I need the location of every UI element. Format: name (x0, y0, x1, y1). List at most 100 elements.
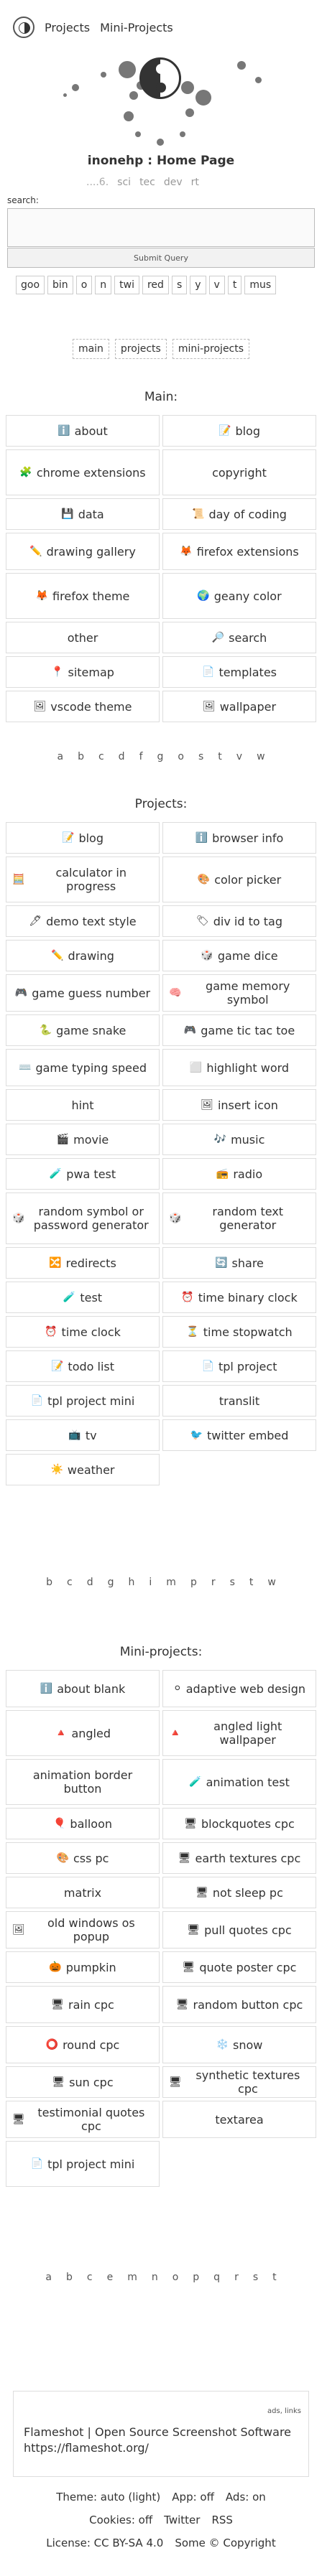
main-item-chrome-extensions[interactable]: 🧩 chrome extensions (6, 449, 160, 495)
mini-alpha-r[interactable]: r (234, 2272, 239, 2283)
projects-item-browser-info[interactable]: ℹ️ browser info (162, 822, 316, 854)
projects-alpha-i[interactable]: i (149, 1577, 152, 1588)
nav-mini-projects-link[interactable]: Mini-Projects (100, 21, 173, 34)
footer-item-cookies-off[interactable]: Cookies: off (89, 2514, 152, 2526)
projects-item-div-id-to-tag[interactable]: 🏷 div id to tag (162, 905, 316, 937)
projects-item-game-memory-symbol[interactable]: 🧠 game memory symbol (162, 974, 316, 1012)
mini-item-tpl-project-mini[interactable]: 📄 tpl project mini (6, 2141, 160, 2187)
main-alpha-t[interactable]: t (218, 751, 222, 762)
mini-item-snow[interactable]: ❄️ snow (162, 2026, 316, 2063)
projects-item-translit[interactable]: translit (162, 1385, 316, 1417)
tag-link-s[interactable]: s (171, 276, 188, 294)
mini-item-synthetic-textures-cpc[interactable]: 🖥 synthetic textures cpc (162, 2066, 316, 2098)
section-link-projects[interactable]: projects (114, 339, 167, 359)
projects-item-hint[interactable]: hint (6, 1089, 160, 1121)
main-item-day-of-coding[interactable]: 📜 day of coding (162, 498, 316, 530)
mini-alpha-t[interactable]: t (272, 2272, 277, 2283)
projects-item-tv[interactable]: 📺 tv (6, 1419, 160, 1451)
main-alpha-g[interactable]: g (157, 751, 164, 762)
projects-item-game-tic-tac-toe[interactable]: 🎮 game tic tac toe (162, 1014, 316, 1046)
tag-link-mus[interactable]: mus (244, 276, 277, 294)
main-alpha-w[interactable]: w (257, 751, 264, 762)
yin-yang-logo-icon[interactable] (13, 17, 34, 38)
projects-item-drawing[interactable]: ✏️ drawing (6, 940, 160, 971)
mini-item-animation-test[interactable]: 🧪 animation test (162, 1759, 316, 1805)
tag-link-o[interactable]: o (75, 276, 93, 294)
mini-item-matrix[interactable]: matrix (6, 1877, 160, 1908)
projects-alpha-p[interactable]: p (190, 1577, 197, 1588)
projects-alpha-g[interactable]: g (108, 1577, 114, 1588)
projects-item-random-symbol-or-password-generator[interactable]: 🎲 random symbol or password generator (6, 1193, 160, 1244)
main-alpha-a[interactable]: a (57, 751, 63, 762)
ad-link[interactable]: Flameshot | Open Source Screenshot Softw… (24, 2425, 291, 2455)
mini-item-rain-cpc[interactable]: 🖥 rain cpc (6, 1986, 160, 2023)
mini-alpha-a[interactable]: a (45, 2272, 52, 2283)
tag-link-n[interactable]: n (95, 276, 112, 294)
main-alpha-d[interactable]: d (119, 751, 125, 762)
footer-item-ads-on[interactable]: Ads: on (226, 2491, 266, 2503)
projects-item-demo-text-style[interactable]: 🖊 demo text style (6, 905, 160, 937)
mini-item-old-windows-os-popup[interactable]: 🖼 old windows os popup (6, 1911, 160, 1949)
tag-link-t[interactable]: t (227, 276, 242, 294)
projects-item-radio[interactable]: 📻 radio (162, 1158, 316, 1190)
footer-item-theme-auto-light[interactable]: Theme: auto (light) (56, 2491, 160, 2503)
nav-projects-link[interactable]: Projects (45, 21, 90, 34)
mini-item-about-blank[interactable]: ℹ️ about blank (6, 1670, 160, 1707)
main-item-about[interactable]: ℹ️ about (6, 415, 160, 447)
mini-alpha-m[interactable]: m (127, 2272, 137, 2283)
mini-alpha-s[interactable]: s (253, 2272, 258, 2283)
projects-item-game-guess-number[interactable]: 🎮 game guess number (6, 974, 160, 1012)
main-item-blog[interactable]: 📝 blog (162, 415, 316, 447)
main-alpha-c[interactable]: c (98, 751, 104, 762)
main-alpha-s[interactable]: s (198, 751, 203, 762)
projects-item-redirects[interactable]: 🔀 redirects (6, 1247, 160, 1279)
mini-item-pull-quotes-cpc[interactable]: 🖥 pull quotes cpc (162, 1911, 316, 1949)
projects-item-time-binary-clock[interactable]: ⏰ time binary clock (162, 1282, 316, 1313)
main-item-sitemap[interactable]: 📍 sitemap (6, 656, 160, 688)
mini-alpha-n[interactable]: n (152, 2272, 158, 2283)
mini-item-textarea[interactable]: textarea (162, 2101, 316, 2138)
subnav-rt-link[interactable]: rt (191, 177, 199, 188)
main-alpha-f[interactable]: f (139, 751, 143, 762)
projects-item-test[interactable]: 🧪 test (6, 1282, 160, 1313)
main-item-data[interactable]: 💾 data (6, 498, 160, 530)
projects-item-game-typing-speed[interactable]: ⌨️ game typing speed (6, 1049, 160, 1086)
mini-item-balloon[interactable]: 🎈 balloon (6, 1808, 160, 1839)
mini-item-blockquotes-cpc[interactable]: 🖥 blockquotes cpc (162, 1808, 316, 1839)
footer-item-rss[interactable]: RSS (211, 2514, 232, 2526)
tag-link-y[interactable]: y (190, 276, 206, 294)
mini-item-animation-border-button[interactable]: animation border button (6, 1759, 160, 1805)
mini-item-sun-cpc[interactable]: 🖥 sun cpc (6, 2066, 160, 2098)
mini-item-css-pc[interactable]: 🎨 css pc (6, 1842, 160, 1874)
projects-item-tpl-project[interactable]: 📄 tpl project (162, 1350, 316, 1382)
main-alpha-b[interactable]: b (78, 751, 84, 762)
mini-item-earth-textures-cpc[interactable]: 🖥 earth textures cpc (162, 1842, 316, 1874)
main-alpha-v[interactable]: v (236, 751, 242, 762)
footer-item-some-copyright[interactable]: Some © Copyright (175, 2537, 275, 2549)
main-item-drawing-gallery[interactable]: ✏️ drawing gallery (6, 533, 160, 570)
projects-alpha-c[interactable]: c (67, 1577, 73, 1588)
projects-item-share[interactable]: 🔄 share (162, 1247, 316, 1279)
mini-alpha-p[interactable]: p (193, 2272, 199, 2283)
search-input[interactable] (7, 208, 315, 247)
projects-item-movie[interactable]: 🎬 movie (6, 1124, 160, 1155)
tag-link-red[interactable]: red (142, 276, 169, 294)
section-link-main[interactable]: main (72, 339, 109, 359)
main-item-search[interactable]: 🔎 search (162, 622, 316, 653)
projects-item-twitter-embed[interactable]: 🐦 twitter embed (162, 1419, 316, 1451)
projects-alpha-t[interactable]: t (249, 1577, 254, 1588)
mini-item-angled-light-wallpaper[interactable]: 🔺 angled light wallpaper (162, 1710, 316, 1756)
mini-item-testimonial-quotes-cpc[interactable]: 🖥 testimonial quotes cpc (6, 2101, 160, 2138)
projects-item-time-clock[interactable]: ⏰ time clock (6, 1316, 160, 1348)
main-item-templates[interactable]: 📄 templates (162, 656, 316, 688)
subnav-dev-link[interactable]: dev (164, 177, 183, 188)
mini-item-not-sleep-pc[interactable]: 🖥 not sleep pc (162, 1877, 316, 1908)
main-item-firefox-extensions[interactable]: 🦊 firefox extensions (162, 533, 316, 570)
mini-alpha-o[interactable]: o (172, 2272, 179, 2283)
projects-item-music[interactable]: 🎶 music (162, 1124, 316, 1155)
mini-item-random-button-cpc[interactable]: 🖥 random button cpc (162, 1986, 316, 2023)
projects-item-insert-icon[interactable]: 🖼 insert icon (162, 1089, 316, 1121)
projects-alpha-d[interactable]: d (87, 1577, 93, 1588)
main-alpha-o[interactable]: o (178, 751, 184, 762)
main-item-other[interactable]: other (6, 622, 160, 653)
